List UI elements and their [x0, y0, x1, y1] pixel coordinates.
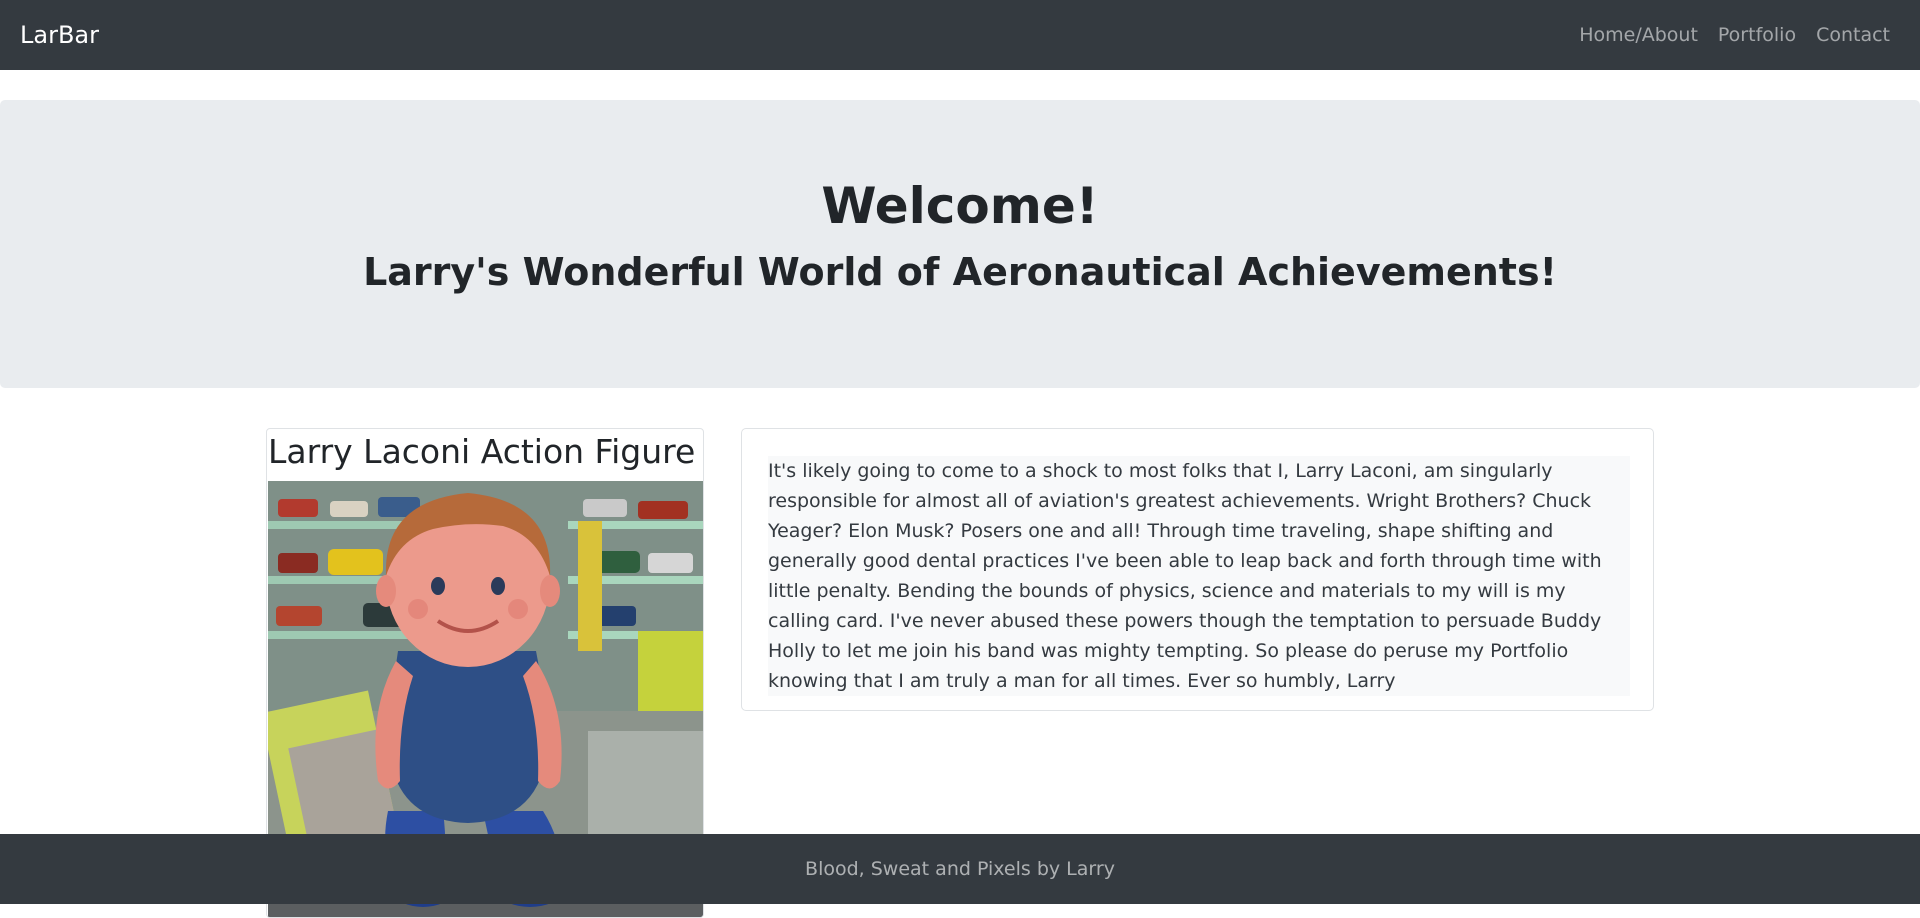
nav-links: Home/About Portfolio Contact [1569, 24, 1900, 46]
bio-card: It's likely going to come to a shock to … [741, 428, 1654, 711]
page-footer: Blood, Sweat and Pixels by Larry [0, 834, 1920, 904]
nav-link-home-about[interactable]: Home/About [1569, 24, 1708, 46]
welcome-title: Welcome! [821, 177, 1099, 235]
footer-text: Blood, Sweat and Pixels by Larry [805, 858, 1115, 880]
top-navbar: LarBar Home/About Portfolio Contact [0, 0, 1920, 70]
brand-link[interactable]: LarBar [20, 21, 99, 49]
welcome-subtitle: Larry's Wonderful World of Aeronautical … [363, 250, 1557, 294]
nav-link-portfolio[interactable]: Portfolio [1708, 24, 1806, 46]
bio-paragraph: It's likely going to come to a shock to … [768, 456, 1630, 696]
nav-link-contact[interactable]: Contact [1806, 24, 1900, 46]
welcome-jumbotron: Welcome! Larry's Wonderful World of Aero… [0, 100, 1920, 388]
figure-card-title: Larry Laconi Action Figure [268, 432, 696, 471]
